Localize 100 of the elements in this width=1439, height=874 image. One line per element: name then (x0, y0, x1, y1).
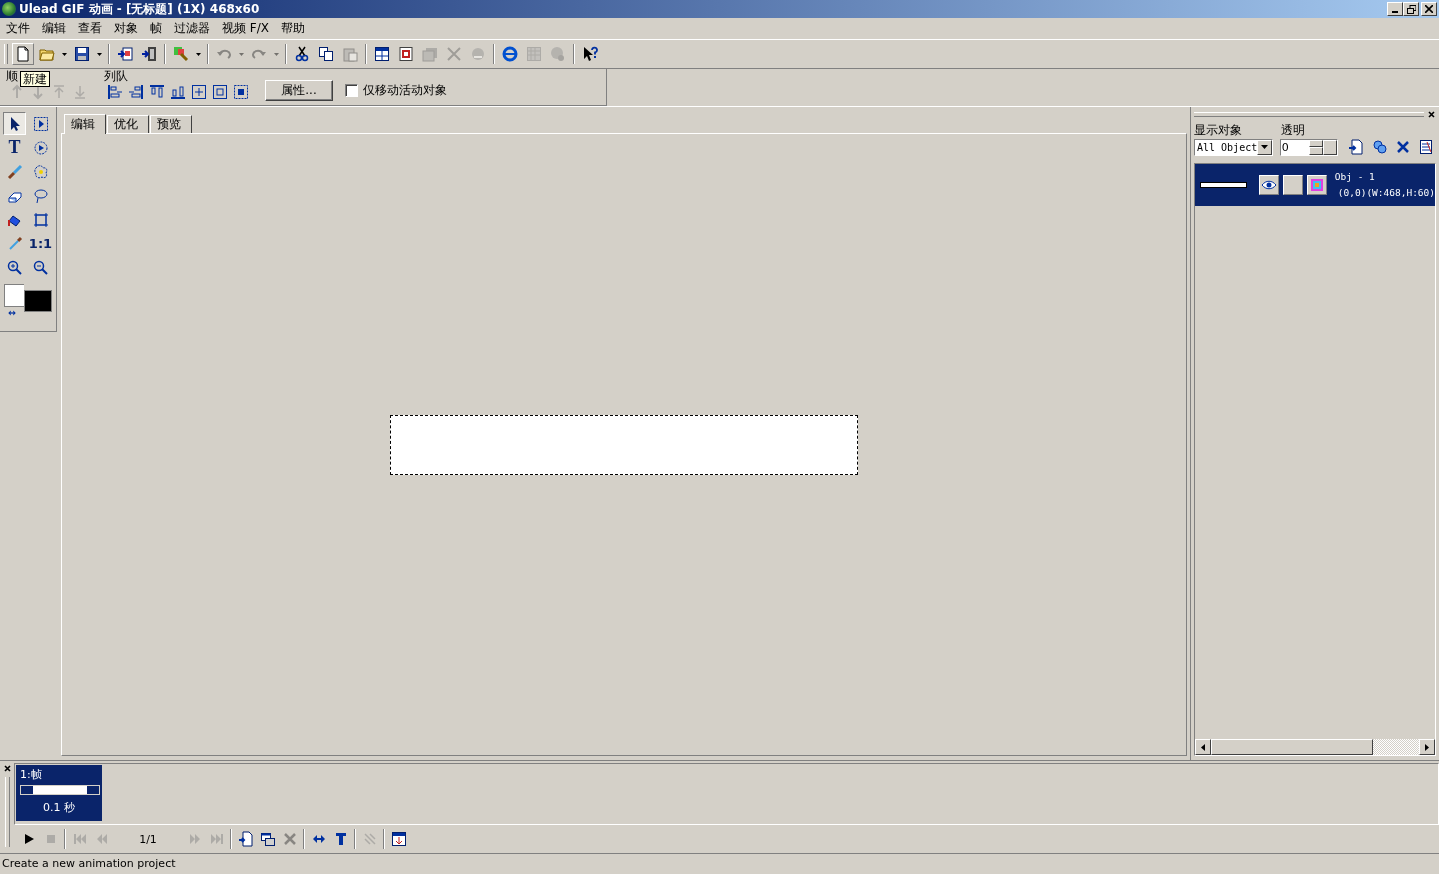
align-left-icon (106, 84, 123, 100)
add-page-icon (237, 831, 254, 847)
scroll-thumb[interactable] (1211, 739, 1373, 755)
spin-down-button[interactable] (1309, 147, 1324, 155)
menu-item[interactable]: 文件 (0, 19, 36, 37)
horizontal-scrollbar[interactable] (1195, 739, 1435, 755)
close-icon (1428, 110, 1435, 118)
zoom-out-icon (32, 259, 49, 276)
checkbox-label: 仅移动活动对象 (363, 82, 447, 99)
spin-menu-button[interactable] (1323, 139, 1338, 155)
group-label: 列队 (104, 69, 128, 83)
status-bar: Create a new animation project (0, 853, 1439, 874)
menu-item[interactable]: 帧 (144, 19, 168, 37)
color-swatch-icon (1308, 177, 1325, 193)
tab[interactable]: 优化 (107, 115, 149, 133)
center-both-icon (232, 84, 249, 100)
import-arrow-icon (117, 46, 133, 62)
swap-arrows-icon (7, 308, 17, 318)
panel-grip[interactable] (4, 777, 10, 847)
window-title: Ulead GIF 动画 - [无标题] (1X) 468x60 (19, 0, 260, 18)
background-color-swatch[interactable] (4, 284, 24, 307)
page-icon (15, 46, 31, 62)
page-button[interactable] (12, 43, 34, 65)
film-arrow-icon (141, 46, 157, 62)
globe-e-icon (502, 46, 518, 62)
properties-button[interactable]: 属性... (265, 80, 333, 101)
magic-wand-icon (32, 163, 49, 180)
caret-icon (239, 52, 244, 56)
center-horizontal-icon (211, 84, 228, 100)
actual-size-tool[interactable]: 1:1 (29, 232, 52, 255)
tab[interactable]: 预览 (150, 115, 192, 133)
frame-thumbnail[interactable]: 1:帧 0.1 秒 (16, 765, 102, 821)
blob-icon (550, 46, 566, 62)
lock-toggle[interactable] (1283, 175, 1303, 195)
restore-button[interactable] (1403, 2, 1419, 16)
object-list-icon (1417, 139, 1434, 155)
transform-box-icon (32, 211, 49, 228)
clipboard-icon (342, 46, 358, 62)
foreground-color-swatch[interactable] (24, 290, 52, 312)
caret-icon (1261, 145, 1268, 149)
close-button[interactable] (2, 764, 12, 773)
first-frame-icon (71, 831, 88, 847)
globe-icon (2, 2, 16, 16)
tab[interactable]: 编辑 (64, 114, 106, 134)
object-name: Obj - 1 (1334, 170, 1376, 184)
align-top-icon (148, 84, 165, 100)
object-thumbnail (1200, 182, 1248, 188)
caret-icon (97, 52, 102, 56)
opacity-spinner[interactable]: 0 (1279, 138, 1339, 156)
align-right-icon (127, 84, 144, 100)
menu-item[interactable]: 帮助 (275, 19, 311, 37)
menu-item[interactable]: 编辑 (36, 19, 72, 37)
caret-icon (62, 52, 67, 56)
window-grid-icon (374, 46, 390, 62)
group-label: 顺 (6, 69, 18, 83)
frame-properties-icon (390, 831, 407, 847)
zoom-in-icon (6, 259, 23, 276)
spin-up-button[interactable] (1309, 139, 1324, 147)
checker-grid-icon (526, 46, 542, 62)
image-stack-icon (422, 46, 438, 62)
close-icon (3, 765, 11, 772)
lasso-icon (32, 187, 49, 204)
restore-icon (1406, 4, 1416, 14)
field-label: 透明 (1281, 122, 1305, 137)
scissors-icon (294, 46, 310, 62)
field-label: 显示对象 (1194, 122, 1243, 137)
caret-icon (274, 52, 279, 56)
paint-brush-tool-icon (6, 163, 23, 180)
text-tool[interactable]: T (3, 136, 26, 159)
pointer-tool[interactable] (3, 112, 26, 135)
left-arrow-icon (1201, 743, 1205, 751)
page-import-icon (1348, 139, 1365, 155)
object-info: (0,0)(W:468,H:60) (1337, 186, 1435, 200)
object-filter-dropdown[interactable]: All Object (1194, 138, 1273, 156)
copy-icon (318, 46, 334, 62)
frame-counter: 1/1 (138, 832, 158, 846)
duplicate-window-icon (259, 831, 276, 847)
center-vertical-icon (190, 84, 207, 100)
checkbox[interactable] (345, 84, 358, 97)
align-bottom-icon (169, 84, 186, 100)
visibility-toggle[interactable] (1259, 175, 1280, 195)
caret-icon (196, 52, 201, 56)
frame-label: 1:帧 (20, 768, 42, 782)
last-frame-icon (208, 831, 225, 847)
tooltip: 新建 (20, 71, 50, 87)
menu-item[interactable]: 查看 (72, 19, 108, 37)
minimize-button[interactable] (1387, 2, 1403, 16)
folder-icon (39, 46, 55, 62)
cross-icon (281, 831, 298, 847)
menu-item[interactable]: 对象 (108, 19, 144, 37)
menu-item[interactable]: 视频 F/X (216, 19, 275, 37)
cross-icon (1394, 139, 1411, 155)
paint-brush-icon (173, 46, 189, 62)
menu-item[interactable]: 过滤器 (168, 19, 216, 37)
right-arrow-icon (1425, 743, 1429, 751)
close-button[interactable] (1427, 109, 1436, 119)
help-pointer-icon (582, 46, 598, 62)
marquee-pointer-icon (32, 115, 49, 132)
frame-delay: 0.1 秒 (43, 800, 75, 815)
object-row[interactable]: Obj - 1 (0,0)(W:468,H:60) (1195, 164, 1435, 206)
